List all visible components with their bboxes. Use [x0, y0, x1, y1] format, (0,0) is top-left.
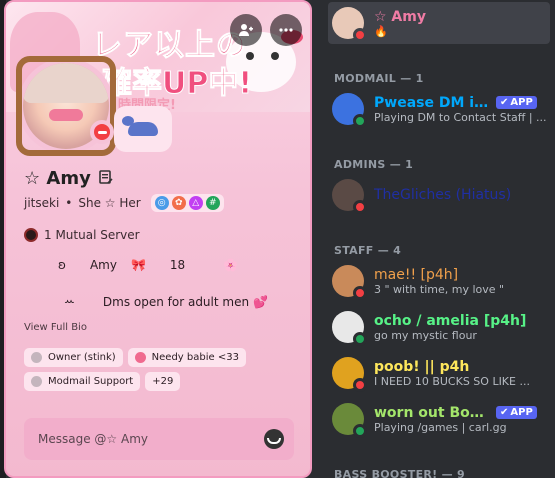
avatar-hair [23, 63, 109, 103]
member-avatar [332, 93, 367, 128]
dnd-status-icon [353, 28, 367, 42]
note-icon[interactable] [99, 169, 113, 188]
bio-line-2: ꕀ Dms open for adult men 💕 [24, 294, 304, 309]
view-full-bio-link[interactable]: View Full Bio [24, 322, 87, 333]
section-header: BASS BOOSTER! — 9 [334, 468, 466, 478]
role-color-dot [134, 352, 146, 363]
more-options-button[interactable] [270, 14, 302, 46]
separator: • [65, 196, 73, 210]
server-icon [24, 228, 38, 242]
bio-line-1: ʚ Amy 🎀 18 🌸 [24, 258, 294, 272]
member-item[interactable]: TheGliches (Hiatus) [328, 174, 550, 216]
profile-widget-badge[interactable] [114, 106, 172, 152]
ribbon-emoji: 🎀 [130, 258, 146, 272]
dnd-status-icon [353, 378, 367, 392]
role-pill[interactable]: Modmail Support [24, 372, 141, 391]
bio-text: Dms open for adult men [102, 294, 250, 309]
mutual-servers-label: 1 Mutual Server [44, 228, 140, 242]
member-status: I NEED 10 BUCKS SO LIKE ... [374, 374, 530, 388]
add-friend-button[interactable] [230, 14, 262, 46]
member-name: TheGliches (Hiatus) [374, 187, 512, 203]
member-item[interactable]: mae!! [p4h] 3 " with time, my love " [328, 260, 550, 302]
role-label: Modmail Support [48, 376, 134, 387]
dnd-status-icon [353, 200, 367, 214]
member-status: 🔥 [374, 24, 388, 38]
profile-subtitle: jitseki • She ☆ Her ◎ ✿ △ # [24, 194, 224, 212]
hypesquad-badge-icon[interactable]: ◎ [154, 196, 169, 210]
banner-kitty-eye-right [271, 52, 279, 60]
role-pill[interactable]: Owner (stink) [24, 348, 123, 367]
section-header: ADMINS — 1 [334, 158, 414, 171]
role-label: Owner (stink) [48, 352, 116, 363]
role-color-dot [31, 352, 42, 363]
dnd-status-icon [353, 286, 367, 300]
message-placeholder: Message @☆ Amy [38, 432, 148, 446]
member-status: Playing DM to Contact Staff | ... [374, 110, 547, 124]
member-list: ☆ Amy 🔥 MODMAIL — 1 Pwease DM in... ✔ APP… [318, 0, 555, 478]
member-item[interactable]: ☆ Amy 🔥 [328, 2, 550, 44]
hashtag-badge-icon[interactable]: # [205, 196, 220, 210]
app-tag-label: APP [510, 97, 533, 108]
role-label: Needy babie <33 [151, 352, 239, 363]
mutual-servers[interactable]: 1 Mutual Server [24, 228, 140, 242]
bio-name: Amy [89, 258, 117, 272]
more-roles-button[interactable]: +29 [145, 372, 181, 391]
bio-age: 18 [169, 258, 186, 272]
member-avatar [332, 357, 367, 392]
app-tag: ✔ APP [496, 96, 537, 109]
member-item[interactable]: poob! || p4h I NEED 10 BUCKS SO LIKE ... [328, 352, 550, 394]
section-header: MODMAIL — 1 [334, 72, 424, 85]
hearts-emoji: 💕 [253, 294, 269, 309]
dnd-status-icon [90, 120, 114, 144]
display-name: ☆ Amy [24, 168, 91, 189]
member-name: mae!! [p4h] [374, 266, 459, 283]
boost-badge-icon[interactable]: △ [188, 196, 203, 210]
profile-avatar[interactable] [16, 56, 116, 156]
avatar-blush [49, 109, 83, 121]
member-status: Playing /games | carl.gg [374, 420, 507, 434]
nitro-badge-icon[interactable]: ✿ [171, 196, 186, 210]
emoji-picker-icon[interactable] [264, 429, 284, 449]
profile-badges: ◎ ✿ △ # [150, 194, 224, 212]
add-friend-icon [239, 24, 253, 36]
online-status-icon [353, 114, 367, 128]
member-name: ☆ Amy [374, 8, 426, 25]
member-avatar [332, 403, 367, 438]
pronouns: She ☆ Her [78, 196, 141, 210]
member-name: ocho / amelia [p4h] [374, 312, 527, 329]
member-avatar [332, 265, 367, 300]
username: jitseki [24, 196, 60, 210]
more-icon [279, 28, 293, 32]
app-tag: ✔ APP [496, 406, 537, 419]
checkmark-icon: ✔ [500, 97, 509, 108]
profile-popout: レア以上の 確率UP中! 時間限定! ☆ Amy jitseki • She ☆… [4, 0, 312, 478]
member-item[interactable]: ocho / amelia [p4h] go my mystic flour [328, 306, 550, 348]
role-pill[interactable]: Needy babie <33 [127, 348, 246, 367]
member-item[interactable]: Pwease DM in... ✔ APP Playing DM to Conta… [328, 88, 550, 130]
roles-list: Owner (stink) Needy babie <33 Modmail Su… [24, 348, 294, 391]
member-name: Pwease DM in... [374, 94, 492, 111]
online-status-icon [353, 424, 367, 438]
dinosaur-icon [122, 116, 158, 136]
checkmark-icon: ✔ [500, 407, 509, 418]
flower-emoji: 🌸 [223, 258, 239, 272]
member-avatar [332, 311, 367, 346]
online-status-icon [353, 332, 367, 346]
member-status: 3 " with time, my love " [374, 282, 505, 296]
member-name: poob! || p4h [374, 358, 470, 375]
member-item[interactable]: worn out Boob... ✔APP Playing /games | c… [328, 398, 550, 440]
app-tag-label: APP [510, 407, 533, 418]
profile-name-row: ☆ Amy [24, 168, 113, 189]
bio-symbol: ʚ [58, 258, 66, 272]
role-color-dot [31, 376, 42, 387]
message-input[interactable]: Message @☆ Amy [24, 418, 294, 460]
bio-symbol-2: ꕀ [64, 294, 75, 308]
section-header: STAFF — 4 [334, 244, 402, 257]
member-status: go my mystic flour [374, 328, 477, 342]
member-avatar [332, 7, 367, 42]
more-roles-label: +29 [152, 376, 174, 387]
member-name: worn out Boob... [374, 404, 492, 421]
member-avatar [332, 179, 367, 214]
